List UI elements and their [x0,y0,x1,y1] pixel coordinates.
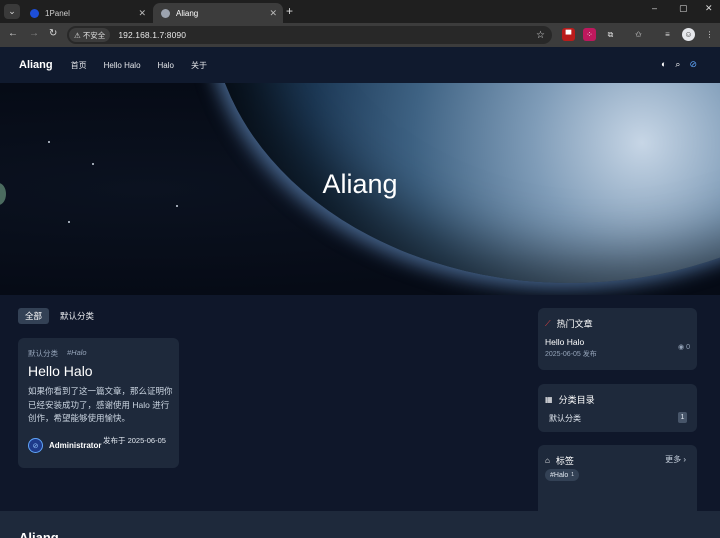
favorites-icon[interactable]: ✩ [632,28,645,41]
close-window-button[interactable]: ✕ [705,3,713,14]
reload-icon[interactable]: ↻ [49,28,57,39]
site-footer: Aliang [0,511,720,538]
theme-toggle-icon[interactable]: ◐ [661,59,666,70]
nav-halo[interactable]: Halo [158,61,174,70]
star-dot [48,141,50,143]
security-indicator[interactable]: ⚠ 不安全 [69,28,111,42]
page-content: Aliang 首页 Hello Halo Halo 关于 ◐ ⌕ ⊘ Alian… [0,47,720,538]
browser-tabstrip: ⌄ 1Panel ✕ Aliang ✕ + – ▢ ✕ [0,0,720,23]
tab-search-button[interactable]: ⌄ [4,4,20,19]
globe-favicon-icon [161,8,170,18]
fire-icon: ⟋ [545,318,551,328]
author-avatar-icon: ⊘ [28,438,43,453]
post-card[interactable]: 默认分类 #Halo Hello Halo 如果你看到了这一篇文章，那么证明你已… [18,338,179,468]
close-icon[interactable]: ✕ [138,8,146,19]
tab-aliang[interactable]: Aliang ✕ [153,3,283,23]
category-grid-icon: ▦ [545,395,553,404]
url-text[interactable]: 192.168.1.7:8090 [118,30,186,40]
hot-post-date: 2025-06-05 发布 [545,351,597,358]
hero-banner: Aliang [0,83,720,295]
menu-kebab-icon[interactable]: ⋮ [703,28,716,41]
tab-title: 1Panel [45,8,70,18]
eye-icon: ◉ [678,344,687,351]
back-icon[interactable]: ← [8,28,18,39]
extension-icon[interactable]: ⁘ [583,28,596,41]
author-name: Administrator [49,441,102,450]
nav-home[interactable]: 首页 [71,60,87,71]
nav-hello-halo[interactable]: Hello Halo [104,61,141,70]
post-tag[interactable]: #Halo [67,348,87,359]
post-title[interactable]: Hello Halo [28,363,93,379]
views-count: 0 [686,344,690,351]
more-label: 更多 [665,455,682,464]
maximize-button[interactable]: ▢ [679,3,688,14]
footer-brand: Aliang [19,530,59,538]
filter-all[interactable]: 全部 [18,308,50,324]
categories-widget: ▦ 分类目录 默认分类 1 [538,384,697,432]
hot-post-views: ◉ 0 [678,343,690,351]
widget-title: 标签 [555,456,574,466]
site-brand[interactable]: Aliang [19,59,53,71]
close-icon[interactable]: ✕ [269,8,277,19]
chevron-right-icon: › [683,455,686,464]
tag-chip-label: #Halo [550,471,569,479]
tab-1panel[interactable]: 1Panel ✕ [22,3,152,23]
hot-posts-widget: ⟋ 热门文章 Hello Halo 2025-06-05 发布 ◉ 0 [538,308,697,370]
category-count-badge: 1 [678,412,687,423]
address-bar[interactable]: ⚠ 不安全 192.168.1.7:8090 ☆ [67,26,552,44]
tag-chip-count: 1 [571,472,575,478]
profile-avatar-icon[interactable]: ☺ [682,28,695,41]
post-author[interactable]: ⊘ Administrator [28,438,101,453]
forward-icon[interactable]: → [29,28,39,39]
insecure-label: 不安全 [82,30,106,40]
bookmark-star-icon[interactable]: ☆ [536,30,545,41]
search-icon[interactable]: ⌕ [675,59,680,70]
minimize-button[interactable]: – [652,3,657,13]
tag-chip-halo[interactable]: #Halo 1 [545,469,580,481]
header-icons: ◐ ⌕ ⊘ [661,59,697,70]
post-published-date: 发布于 2025-06-05 [103,436,166,445]
post-category[interactable]: 默认分类 [28,348,58,359]
post-excerpt: 如果你看到了这一篇文章，那么证明你已经安装成功了，感谢使用 Halo 进行创作，… [28,386,173,423]
extensions-puzzle-icon[interactable]: ⧉ [604,28,617,41]
star-dot [92,163,94,165]
widget-title: 热门文章 [556,319,593,329]
hero-title: Aliang [322,169,398,199]
tags-more-link[interactable]: 更多 › [665,454,686,465]
category-filters: 全部 默认分类 [18,308,101,324]
filter-default-category[interactable]: 默认分类 [53,308,101,324]
star-dot [176,205,178,207]
star-dot [68,221,70,223]
tag-icon: ⌂ [545,456,550,465]
new-tab-button[interactable]: + [286,4,293,18]
warning-icon: ⚠ [74,30,83,40]
hot-post-title[interactable]: Hello Halo [545,337,584,347]
widget-title: 分类目录 [558,395,595,405]
extension-icon[interactable]: ▀ [562,28,575,41]
category-item-default[interactable]: 默认分类 [549,413,581,424]
1panel-favicon-icon [30,8,39,18]
site-header: Aliang 首页 Hello Halo Halo 关于 ◐ ⌕ ⊘ [0,47,720,83]
reading-list-icon[interactable]: ≡ [661,28,674,41]
nav-about[interactable]: 关于 [191,60,207,71]
tab-title: Aliang [176,8,199,18]
user-avatar-icon[interactable]: ⊘ [689,59,697,70]
browser-toolbar: ← → ↻ ⚠ 不安全 192.168.1.7:8090 ☆ ▀ ⁘ ⧉ ✩ ≡… [0,23,720,47]
post-meta: 默认分类 #Halo [28,348,87,359]
